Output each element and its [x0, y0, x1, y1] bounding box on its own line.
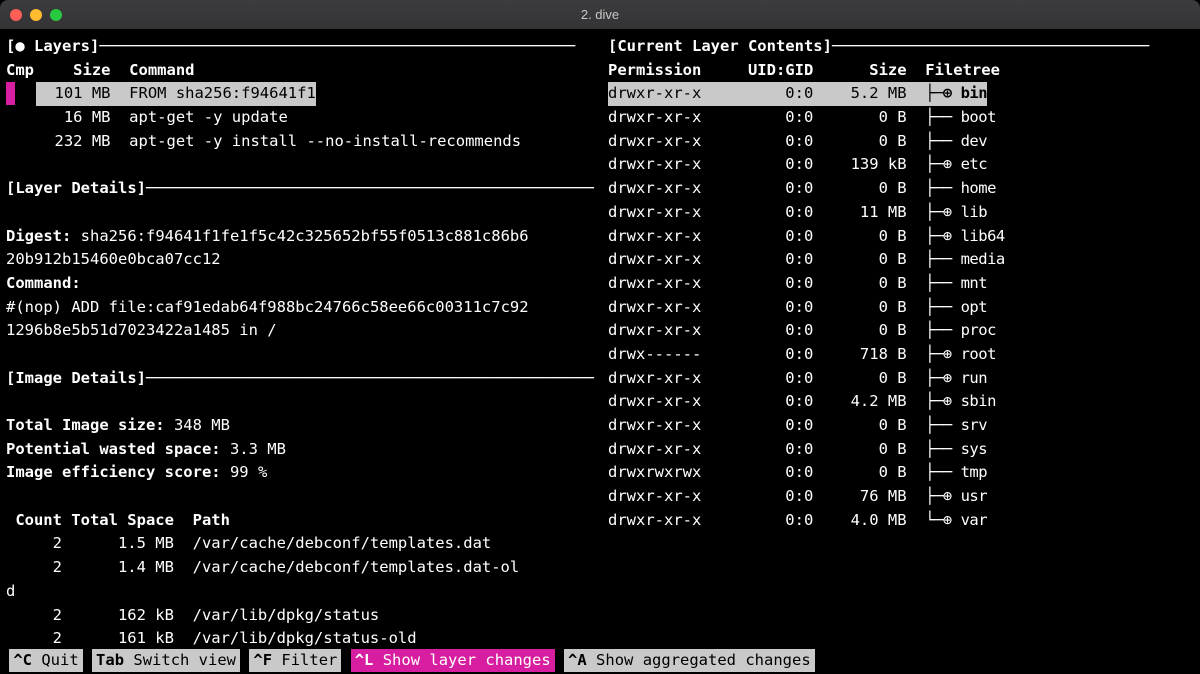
- filetree-row[interactable]: drwxr-xr-x0:00 B├── sys: [608, 438, 1194, 462]
- filetree-row[interactable]: drwxr-xr-x0:011 MB├─⊕ lib: [608, 201, 1194, 225]
- terminal-window: 2. dive [● Layers]──────────────────────…: [0, 0, 1200, 674]
- selected-layer-indicator: [6, 82, 15, 104]
- filetree-row[interactable]: drwxr-xr-x0:05.2 MB├─⊕ bin: [608, 82, 1194, 106]
- status-action[interactable]: ^A Show aggregated changes: [564, 649, 815, 672]
- wasted-row: 21.4 MB/var/cache/debconf/templates.dat-…: [6, 556, 604, 580]
- wasted-header: CountTotal SpacePath: [6, 509, 604, 533]
- filetree-row[interactable]: drwxr-xr-x0:0139 kB├─⊕ etc: [608, 153, 1194, 177]
- titlebar: 2. dive: [0, 0, 1200, 29]
- filetree-row[interactable]: drwxr-xr-x0:04.2 MB├─⊕ sbin: [608, 390, 1194, 414]
- filetree-row[interactable]: drwxr-xr-x0:00 B├── opt: [608, 296, 1194, 320]
- status-bar: ^C Quit Tab Switch view ^F Filter ^L Sho…: [0, 649, 1200, 674]
- filetree-row[interactable]: drwxr-xr-x0:00 B├── boot: [608, 106, 1194, 130]
- filetree-row[interactable]: drwxr-xr-x0:00 B├── srv: [608, 414, 1194, 438]
- status-action[interactable]: ^F Filter: [249, 649, 341, 672]
- layer-row[interactable]: 16 MBapt-get -y update: [6, 106, 604, 130]
- filetree-row[interactable]: drwxr-xr-x0:00 B├── home: [608, 177, 1194, 201]
- image-details-title: [Image Details]: [6, 369, 146, 387]
- filetree-row[interactable]: drwxr-xr-x0:00 B├─⊕ run: [608, 367, 1194, 391]
- status-action[interactable]: ^L Show layer changes: [351, 649, 555, 672]
- layers-header: Cmp Size Command: [6, 59, 604, 83]
- wasted-row: 2161 kB/var/lib/dpkg/status-old: [6, 627, 604, 651]
- filetree-row[interactable]: drwxr-xr-x0:00 B├── dev: [608, 130, 1194, 154]
- filetree-row[interactable]: drwxr-xr-x0:00 B├── mnt: [608, 272, 1194, 296]
- filetree-row[interactable]: drwxrwxrwx0:00 B├── tmp: [608, 461, 1194, 485]
- filetree-row[interactable]: drwxr-xr-x0:00 B├─⊕ lib64: [608, 225, 1194, 249]
- filetree-row[interactable]: drwxr-xr-x0:00 B├── proc: [608, 319, 1194, 343]
- wasted-row: 21.5 MB/var/cache/debconf/templates.dat: [6, 532, 604, 556]
- filetree-header: Permission UID:GID Size Filetree: [608, 59, 1194, 83]
- status-action[interactable]: Tab Switch view: [92, 649, 240, 672]
- filetree-row[interactable]: drwxr-xr-x0:04.0 MB└─⊕ var: [608, 509, 1194, 533]
- filetree-row[interactable]: drwxr-xr-x0:076 MB├─⊕ usr: [608, 485, 1194, 509]
- filetree-row[interactable]: drwxr-xr-x0:00 B├── media: [608, 248, 1194, 272]
- terminal-body[interactable]: [● Layers]──────────────────────────────…: [0, 29, 1200, 674]
- layer-row[interactable]: 101 MBFROM sha256:f94641f1: [6, 82, 604, 106]
- layers-panel-title: [● Layers]: [6, 37, 99, 55]
- layer-row[interactable]: 232 MBapt-get -y install --no-install-re…: [6, 130, 604, 154]
- contents-panel-title: [Current Layer Contents]: [608, 37, 832, 55]
- layer-details-title: [Layer Details]: [6, 179, 146, 197]
- filetree-row[interactable]: drwx------0:0718 B├─⊕ root: [608, 343, 1194, 367]
- window-title: 2. dive: [0, 5, 1200, 25]
- wasted-row: 2162 kB/var/lib/dpkg/status: [6, 604, 604, 628]
- status-action[interactable]: ^C Quit: [9, 649, 82, 672]
